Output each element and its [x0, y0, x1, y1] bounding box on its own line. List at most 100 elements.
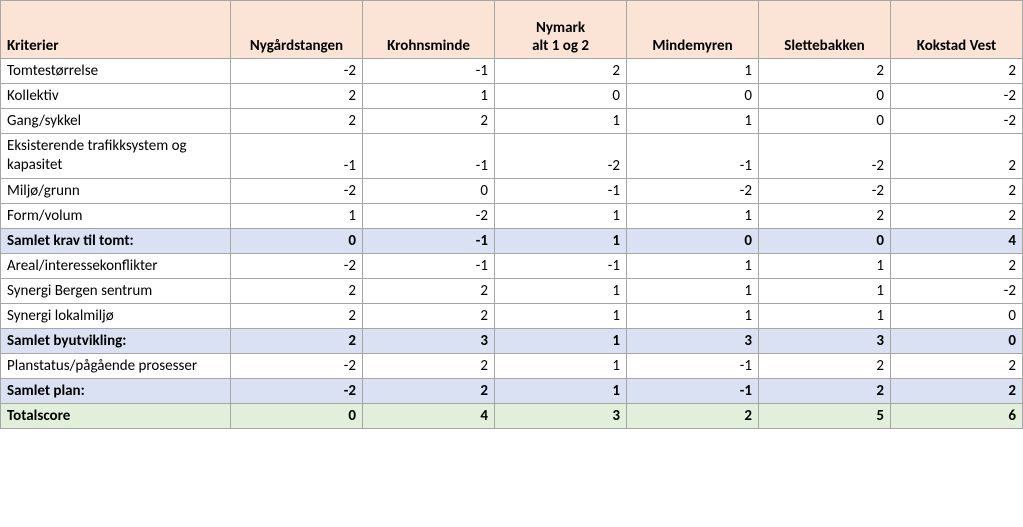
- cell-value: 1: [759, 303, 891, 328]
- cell-value: 1: [495, 303, 627, 328]
- cell-value: -1: [363, 228, 495, 253]
- cell-value: 2: [891, 353, 1023, 379]
- cell-value: -2: [759, 178, 891, 203]
- cell-value: -2: [363, 203, 495, 228]
- cell-value: 2: [363, 303, 495, 328]
- cell-value: 0: [363, 178, 495, 203]
- table-row: Form/volum1-21122: [1, 203, 1023, 228]
- row-label: Totalscore: [1, 404, 231, 429]
- cell-value: 1: [759, 253, 891, 278]
- row-label: Planstatus/pågående prosesser: [1, 353, 231, 379]
- table-row: Synergi Bergen sentrum22111-2: [1, 278, 1023, 303]
- cell-value: 2: [231, 278, 363, 303]
- cell-value: -1: [363, 134, 495, 179]
- cell-value: 0: [891, 328, 1023, 353]
- cell-value: -2: [495, 134, 627, 179]
- cell-value: -2: [231, 178, 363, 203]
- table-row: Samlet byutvikling:231330: [1, 328, 1023, 353]
- cell-value: 2: [231, 303, 363, 328]
- cell-value: -1: [495, 178, 627, 203]
- cell-value: -2: [891, 278, 1023, 303]
- cell-value: 2: [627, 404, 759, 429]
- cell-value: 4: [891, 228, 1023, 253]
- cell-value: 1: [627, 303, 759, 328]
- cell-value: 0: [627, 84, 759, 109]
- cell-value: 2: [495, 59, 627, 84]
- cell-value: 1: [627, 203, 759, 228]
- cell-value: -2: [231, 253, 363, 278]
- criteria-table: Kriterier Nygårdstangen Krohnsminde Nyma…: [0, 0, 1023, 429]
- table-body: Tomtestørrelse-2-12122Kollektiv21000-2Ga…: [1, 59, 1023, 429]
- table-row: Eksisterende trafikksystem og kapasitet -…: [1, 134, 1023, 179]
- cell-value: 1: [759, 278, 891, 303]
- cell-value: 6: [891, 404, 1023, 429]
- cell-value: 3: [363, 328, 495, 353]
- cell-value: 2: [363, 109, 495, 134]
- cell-value: 0: [759, 228, 891, 253]
- cell-value: -1: [627, 134, 759, 179]
- header-col-0: Nygårdstangen: [231, 1, 363, 59]
- cell-value: 2: [759, 353, 891, 379]
- cell-value: -1: [627, 353, 759, 379]
- cell-value: 0: [759, 109, 891, 134]
- cell-value: 4: [363, 404, 495, 429]
- cell-value: 0: [627, 228, 759, 253]
- table-row: Totalscore043256: [1, 404, 1023, 429]
- cell-value: -2: [759, 134, 891, 179]
- cell-value: 1: [495, 353, 627, 379]
- cell-value: 1: [495, 379, 627, 404]
- header-col-2: Nymark alt 1 og 2: [495, 1, 627, 59]
- cell-value: 1: [495, 228, 627, 253]
- cell-value: 1: [627, 59, 759, 84]
- header-col-3: Mindemyren: [627, 1, 759, 59]
- row-label: Samlet plan:: [1, 379, 231, 404]
- cell-value: 3: [627, 328, 759, 353]
- cell-value: 1: [495, 328, 627, 353]
- cell-value: 2: [891, 134, 1023, 179]
- cell-value: 3: [495, 404, 627, 429]
- cell-value: 2: [363, 379, 495, 404]
- cell-value: 1: [495, 203, 627, 228]
- row-label: Form/volum: [1, 203, 231, 228]
- cell-value: 1: [627, 109, 759, 134]
- cell-value: 2: [891, 253, 1023, 278]
- cell-value: 0: [759, 84, 891, 109]
- row-label: Miljø/grunn: [1, 178, 231, 203]
- row-label: Samlet byutvikling:: [1, 328, 231, 353]
- row-label: Tomtestørrelse: [1, 59, 231, 84]
- cell-value: 1: [231, 203, 363, 228]
- table-row: Synergi lokalmiljø221110: [1, 303, 1023, 328]
- cell-value: 2: [891, 203, 1023, 228]
- cell-value: 0: [495, 84, 627, 109]
- row-label: Areal/interessekonflikter: [1, 253, 231, 278]
- row-label: Synergi lokalmiljø: [1, 303, 231, 328]
- row-label: Eksisterende trafikksystem og kapasitet: [1, 134, 231, 179]
- cell-value: -2: [231, 379, 363, 404]
- cell-value: 2: [891, 59, 1023, 84]
- table-row: Tomtestørrelse-2-12122: [1, 59, 1023, 84]
- cell-value: -1: [363, 253, 495, 278]
- header-col-1: Krohnsminde: [363, 1, 495, 59]
- cell-value: 0: [891, 303, 1023, 328]
- cell-value: 1: [495, 278, 627, 303]
- cell-value: 0: [231, 404, 363, 429]
- cell-value: 2: [891, 379, 1023, 404]
- table-row: Areal/interessekonflikter-2-1-1112: [1, 253, 1023, 278]
- cell-value: 5: [759, 404, 891, 429]
- cell-value: 1: [627, 278, 759, 303]
- cell-value: -1: [495, 253, 627, 278]
- cell-value: 2: [891, 178, 1023, 203]
- cell-value: 2: [231, 109, 363, 134]
- header-kriterier: Kriterier: [1, 1, 231, 59]
- table-row: Kollektiv21000-2: [1, 84, 1023, 109]
- cell-value: -2: [627, 178, 759, 203]
- cell-value: -2: [231, 59, 363, 84]
- cell-value: 1: [627, 253, 759, 278]
- table-row: Samlet krav til tomt:0-11004: [1, 228, 1023, 253]
- cell-value: 2: [759, 203, 891, 228]
- cell-value: 2: [231, 328, 363, 353]
- cell-value: 2: [363, 278, 495, 303]
- row-label: Samlet krav til tomt:: [1, 228, 231, 253]
- row-label: Gang/sykkel: [1, 109, 231, 134]
- cell-value: -1: [627, 379, 759, 404]
